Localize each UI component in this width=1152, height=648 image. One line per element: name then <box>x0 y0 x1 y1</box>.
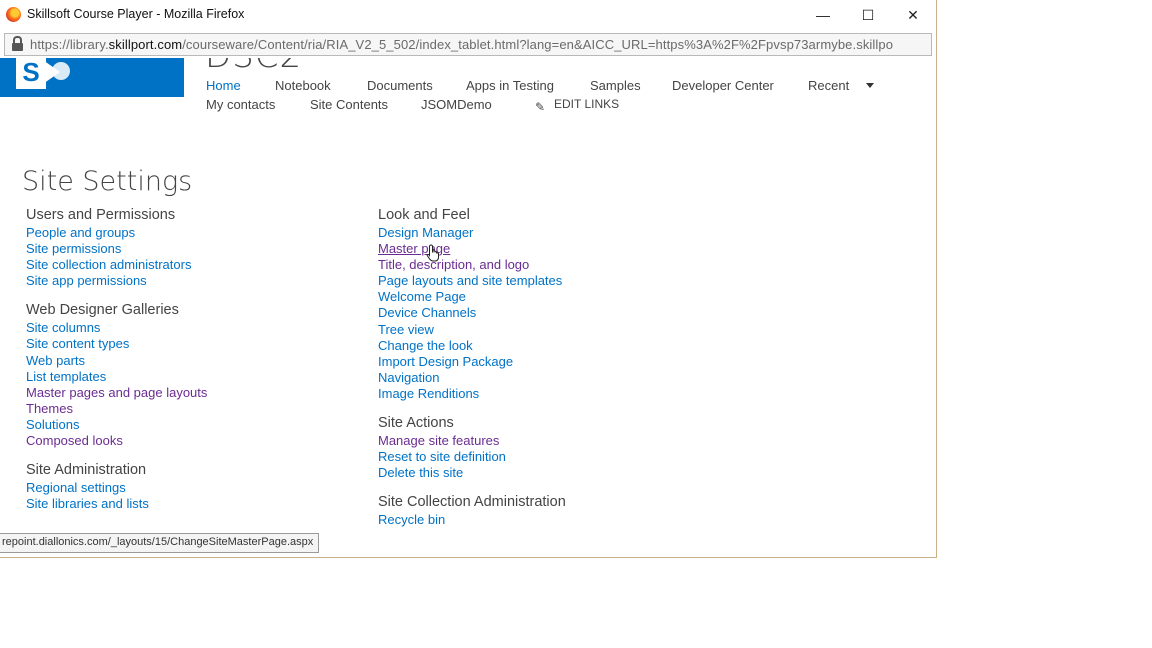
link-master-page[interactable]: Master page <box>378 241 566 257</box>
browser-window: Skillsoft Course Player - Mozilla Firefo… <box>0 0 937 558</box>
link-regional-settings[interactable]: Regional settings <box>26 480 207 496</box>
link-title-description-and-logo[interactable]: Title, description, and logo <box>378 257 566 273</box>
section-heading: Site Actions <box>378 415 454 432</box>
link-list-templates[interactable]: List templates <box>26 369 207 385</box>
nav-site-contents[interactable]: Site Contents <box>310 97 388 112</box>
link-delete-this-site[interactable]: Delete this site <box>378 465 566 481</box>
link-welcome-page[interactable]: Welcome Page <box>378 289 566 305</box>
lock-icon <box>12 36 23 51</box>
title-bar: Skillsoft Course Player - Mozilla Firefo… <box>0 0 936 30</box>
link-reset-to-site-definition[interactable]: Reset to site definition <box>378 449 566 465</box>
site-title[interactable]: DSC2 <box>205 58 302 76</box>
nav-home[interactable]: Home <box>206 78 241 93</box>
nav-my-contacts[interactable]: My contacts <box>206 97 275 112</box>
link-navigation[interactable]: Navigation <box>378 370 566 386</box>
firefox-logo-icon <box>6 7 21 22</box>
link-solutions[interactable]: Solutions <box>26 417 207 433</box>
link-composed-looks[interactable]: Composed looks <box>26 433 207 449</box>
right-column: Look and Feel Design Manager Master page… <box>378 206 566 540</box>
url-text[interactable]: https://library.skillport.com/courseware… <box>30 37 893 52</box>
hand-cursor-icon <box>426 244 439 262</box>
chevron-down-icon[interactable] <box>866 83 874 88</box>
link-import-design-package[interactable]: Import Design Package <box>378 354 566 370</box>
maximize-button[interactable]: ☐ <box>845 0 891 30</box>
link-image-renditions[interactable]: Image Renditions <box>378 386 566 402</box>
page-content: S DSC2 Home Notebook Documents Apps in T… <box>0 58 936 557</box>
nav-developer-center[interactable]: Developer Center <box>672 78 774 93</box>
link-site-columns[interactable]: Site columns <box>26 320 207 336</box>
minimize-button[interactable]: — <box>800 0 846 30</box>
sharepoint-logo-letter: S <box>16 58 46 89</box>
window-title: Skillsoft Course Player - Mozilla Firefo… <box>27 7 245 21</box>
section-heading: Users and Permissions <box>26 207 176 223</box>
nav-recent[interactable]: Recent <box>808 78 849 93</box>
link-device-channels[interactable]: Device Channels <box>378 305 566 321</box>
link-change-the-look[interactable]: Change the look <box>378 338 566 354</box>
edit-links-button[interactable]: EDIT LINKS <box>554 97 619 111</box>
link-site-libraries-and-lists[interactable]: Site libraries and lists <box>26 496 207 512</box>
section-heading: Site Administration <box>26 462 147 479</box>
sharepoint-logo[interactable]: S <box>0 58 184 97</box>
link-site-content-types[interactable]: Site content types <box>26 336 207 352</box>
page-title: Site Settings <box>22 166 193 197</box>
section-users-and-permissions: Users and Permissions People and groups … <box>26 206 207 289</box>
link-site-app-permissions[interactable]: Site app permissions <box>26 273 207 289</box>
section-heading: Look and Feel <box>378 207 470 223</box>
section-site-collection-administration: Site Collection Administration Recycle b… <box>378 493 566 528</box>
link-web-parts[interactable]: Web parts <box>26 353 207 369</box>
section-look-and-feel: Look and Feel Design Manager Master page… <box>378 206 566 402</box>
section-web-designer-galleries: Web Designer Galleries Site columns Site… <box>26 301 207 449</box>
link-tree-view[interactable]: Tree view <box>378 322 566 338</box>
section-heading: Web Designer Galleries <box>26 302 179 319</box>
link-page-layouts-and-site-templates[interactable]: Page layouts and site templates <box>378 273 566 289</box>
nav-documents[interactable]: Documents <box>367 78 433 93</box>
left-column: Users and Permissions People and groups … <box>26 206 207 524</box>
link-master-pages-and-page-layouts[interactable]: Master pages and page layouts <box>26 385 207 401</box>
section-site-administration: Site Administration Regional settings Si… <box>26 461 207 512</box>
nav-apps-in-testing[interactable]: Apps in Testing <box>466 78 554 93</box>
link-manage-site-features[interactable]: Manage site features <box>378 433 566 449</box>
status-bar: repoint.diallonics.com/_layouts/15/Chang… <box>0 533 320 553</box>
pencil-icon: ✎ <box>535 100 546 114</box>
section-heading: Site Collection Administration <box>378 494 566 511</box>
nav-jsomdemo[interactable]: JSOMDemo <box>421 97 492 112</box>
link-site-permissions[interactable]: Site permissions <box>26 241 207 257</box>
link-themes[interactable]: Themes <box>26 401 207 417</box>
close-button[interactable]: ✕ <box>890 0 936 30</box>
section-site-actions: Site Actions Manage site features Reset … <box>378 414 566 481</box>
link-people-and-groups[interactable]: People and groups <box>26 225 207 241</box>
link-site-collection-administrators[interactable]: Site collection administrators <box>26 257 207 273</box>
nav-notebook[interactable]: Notebook <box>275 78 331 93</box>
link-design-manager[interactable]: Design Manager <box>378 225 566 241</box>
nav-samples[interactable]: Samples <box>590 78 641 93</box>
address-bar[interactable]: https://library.skillport.com/courseware… <box>4 33 932 56</box>
link-recycle-bin[interactable]: Recycle bin <box>378 512 566 528</box>
